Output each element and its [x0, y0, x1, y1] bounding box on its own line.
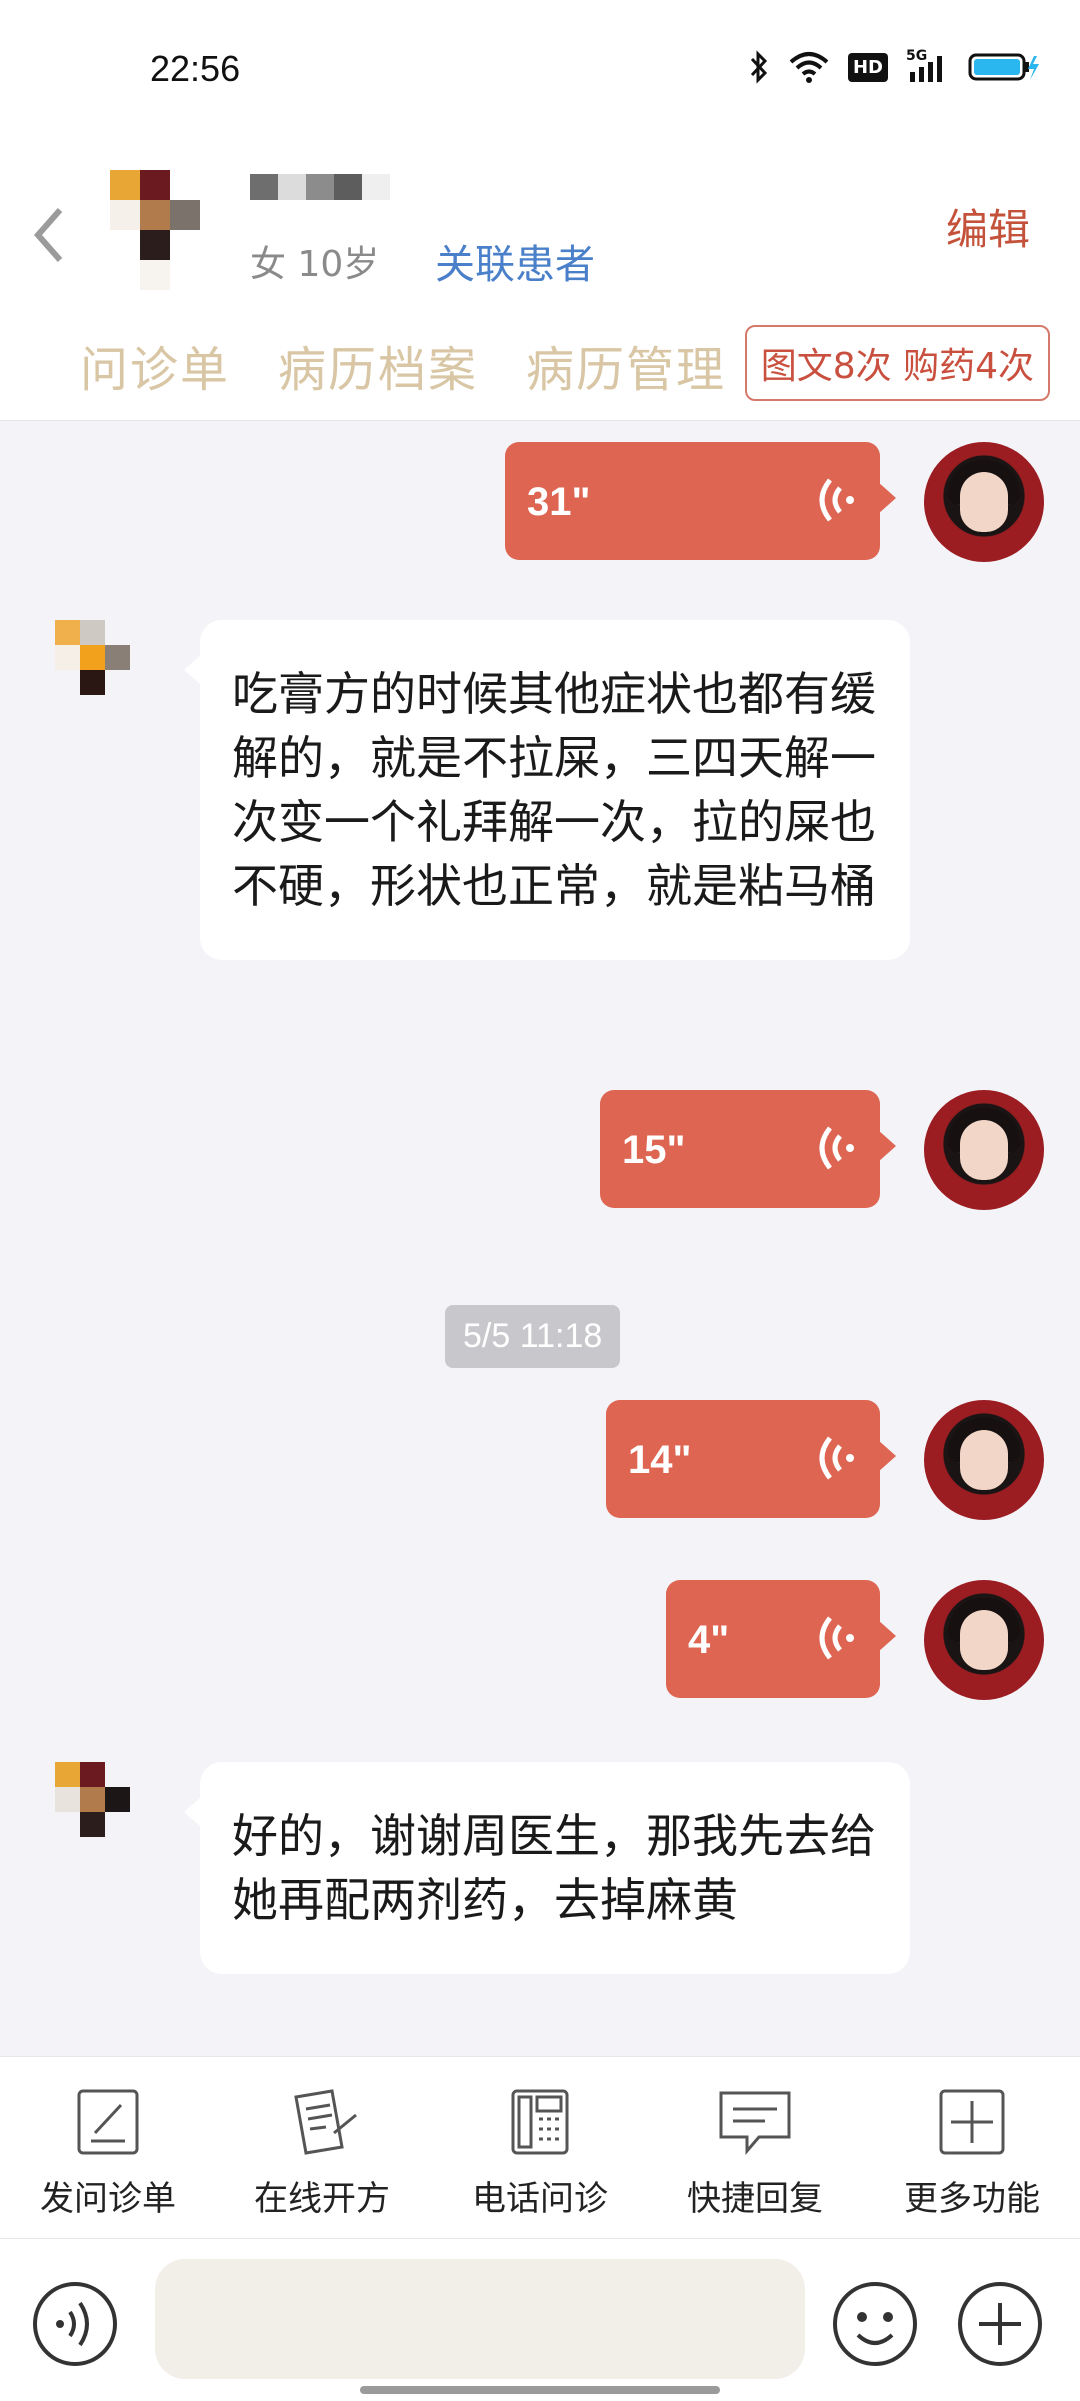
message-input[interactable] [155, 2259, 805, 2379]
doctor-avatar[interactable] [924, 1090, 1044, 1210]
related-patient-link[interactable]: 关联患者 [435, 232, 595, 290]
record-tabs: 问诊单 病历档案 病历管理 [80, 330, 726, 400]
tab-consult-form[interactable]: 问诊单 [80, 330, 230, 400]
voice-message[interactable]: 14" [606, 1400, 896, 1518]
status-bar: 22:56 HD 5G [0, 0, 1080, 140]
bluetooth-icon [750, 50, 768, 84]
phone-icon [511, 2089, 569, 2155]
patient-name-redacted [250, 174, 390, 200]
edit-form-icon [77, 2089, 139, 2155]
home-indicator[interactable] [360, 2386, 720, 2394]
message-text: 好的，谢谢周医生，那我先去给她再配两剂药，去掉麻黄 [232, 1809, 876, 1927]
voice-duration: 15" [622, 1128, 686, 1172]
voice-wave-icon [819, 478, 854, 522]
chat-icon [719, 2091, 791, 2156]
signal-5g-icon: 5G [906, 48, 950, 84]
wifi-icon [789, 52, 829, 83]
send-consult-form-button[interactable]: 发问诊单 [8, 2087, 208, 2220]
voice-wave-icon [819, 1126, 854, 1170]
battery-icon [968, 53, 1039, 81]
voice-duration: 14" [628, 1438, 692, 1482]
add-attachment-icon[interactable] [955, 2279, 1045, 2369]
chat-header: 女 10岁 关联患者 编辑 问诊单 病历档案 病历管理 图文8次 购药4次 [0, 140, 1080, 421]
hd-icon: HD [847, 52, 888, 82]
voice-message[interactable]: 4" [666, 1580, 896, 1698]
tool-label: 快捷回复 [687, 2179, 823, 2219]
tool-label: 发问诊单 [40, 2179, 176, 2219]
voice-input-icon[interactable] [30, 2279, 120, 2369]
tab-records-management[interactable]: 病历管理 [526, 330, 726, 400]
voice-wave-icon [819, 1616, 854, 1660]
patient-avatar[interactable] [30, 1762, 130, 1882]
phone-consult-button[interactable]: 电话问诊 [440, 2087, 640, 2220]
voice-duration: 31" [527, 480, 591, 524]
more-functions-button[interactable]: 更多功能 [872, 2087, 1072, 2220]
tool-label: 电话问诊 [472, 2179, 608, 2219]
voice-wave-icon [819, 1436, 854, 1480]
back-icon[interactable] [30, 200, 70, 270]
prescription-icon [294, 2089, 357, 2155]
tab-medical-records[interactable]: 病历档案 [278, 330, 478, 400]
message-text: 吃膏方的时候其他症状也都有缓解的，就是不拉屎，三四天解一次变一个礼拜解一次，拉的… [232, 667, 876, 913]
text-message: 好的，谢谢周医生，那我先去给她再配两剂药，去掉麻黄 [184, 1762, 910, 1974]
doctor-avatar[interactable] [924, 1580, 1044, 1700]
message-timestamp: 5/5 11:18 [445, 1305, 621, 1368]
doctor-avatar[interactable] [924, 442, 1044, 562]
voice-duration: 4" [688, 1618, 730, 1662]
patient-avatar[interactable] [110, 170, 200, 290]
plus-box-icon [939, 2089, 1005, 2155]
voice-message[interactable]: 15" [600, 1090, 896, 1208]
tool-label: 在线开方 [254, 2179, 390, 2219]
function-toolbar: 发问诊单 在线开方 电话问诊 快捷回复 更多功能 [0, 2056, 1080, 2239]
edit-button[interactable]: 编辑 [946, 196, 1030, 257]
status-icons: HD 5G [748, 48, 1040, 84]
tool-label: 更多功能 [904, 2179, 1040, 2219]
patient-info: 女 10岁 [250, 244, 380, 285]
input-bar [0, 2238, 1080, 2401]
doctor-avatar[interactable] [924, 1400, 1044, 1520]
service-counter-badge[interactable]: 图文8次 购药4次 [744, 325, 1050, 401]
text-message: 吃膏方的时候其他症状也都有缓解的，就是不拉屎，三四天解一次变一个礼拜解一次，拉的… [184, 620, 910, 960]
voice-message[interactable]: 31" [505, 442, 896, 560]
emoji-icon[interactable] [830, 2279, 920, 2369]
online-prescription-button[interactable]: 在线开方 [222, 2087, 422, 2220]
status-time: 22:56 [150, 48, 241, 89]
quick-reply-button[interactable]: 快捷回复 [655, 2087, 855, 2220]
patient-avatar[interactable] [30, 620, 130, 740]
